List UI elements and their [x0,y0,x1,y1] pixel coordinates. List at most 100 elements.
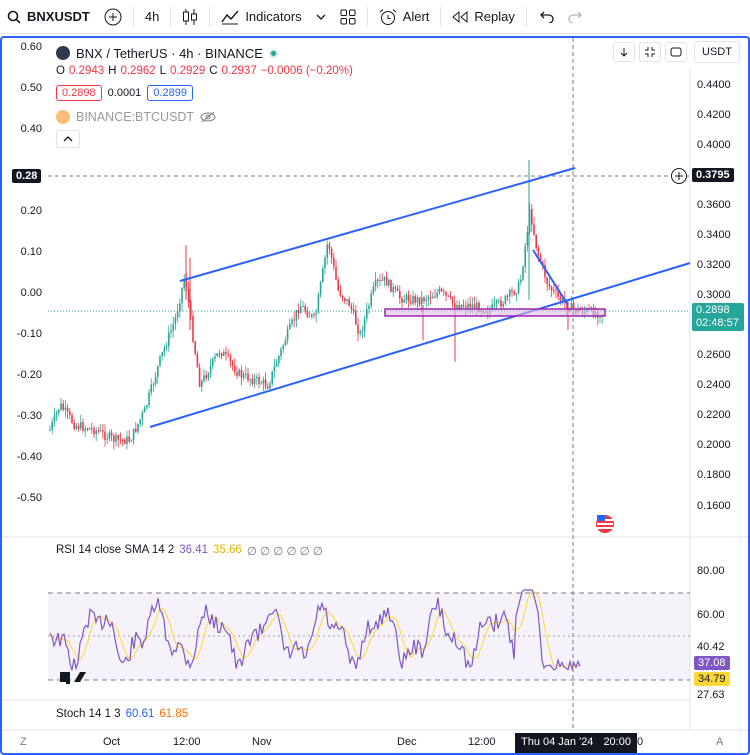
maximize-pane-button[interactable] [639,42,661,62]
left-scale-tick: 0.00 [20,287,42,299]
rsi-label: RSI 14 close SMA 14 2 [56,544,175,556]
divider [440,6,442,27]
right-scale-tick: 0.3600 [697,199,731,211]
sell-price-button[interactable]: 0.2898 [56,85,102,101]
time-tick: Nov [252,736,272,748]
time-tick: Dec [397,736,417,748]
left-scale-tick: -0.10 [16,328,42,340]
rsi-scale-tick: 27.63 [697,689,725,701]
move-down-button[interactable] [613,42,635,62]
chart-type-button[interactable] [175,0,205,34]
buy-price-button[interactable]: 0.2899 [147,85,193,101]
rsi-na-values: ∅ ∅ ∅ ∅ ∅ ∅ [246,546,323,558]
compare-symbol-label: BINANCE:BTCUSDT [76,110,195,124]
countdown-timer: 02:48:57 [696,317,739,329]
ohlc-values: O 0.2943 H 0.2962 L 0.2929 C 0.2937 −0.0006 … [56,65,353,77]
plus-icon [675,172,683,180]
interval-button[interactable]: 4h [138,0,166,34]
divider [366,6,368,27]
left-scale-tick: 0.50 [20,82,42,94]
right-scale-tick: 0.1800 [697,469,731,481]
plus-circle-icon [104,8,122,25]
right-price-scale[interactable]: 0.4400 0.4200 0.4000 0.3600 0.3400 0.320… [697,0,747,537]
left-price-scale[interactable]: 0.60 0.50 0.40 0.20 0.10 0.00 -0.10 -0.2… [0,0,42,537]
left-scale-tick: -0.50 [16,492,42,504]
right-scale-tick: 0.3400 [697,229,731,241]
time-tick: 12:00 [173,736,201,748]
high-value: 0.2962 [120,65,156,77]
crosshair-price-tag: 0.3795 [692,168,734,182]
open-value: 0.2943 [68,65,105,77]
interval-label: 4h [144,9,160,24]
alert-label: Alert [402,9,430,24]
close-value: 0.2937 [221,65,257,77]
rsi-scale-tick: 80.00 [697,565,725,577]
left-scale-tick: -0.20 [16,369,42,381]
left-scale-tick: 0.60 [20,41,42,53]
rsi-legend[interactable]: RSI 14 close SMA 14 2 36.41 35.66 ∅ ∅ ∅ … [56,544,323,558]
divider [170,6,172,27]
compare-button[interactable] [97,0,129,34]
low-value: 0.2929 [170,65,206,77]
rsi-scale-tick: 40.42 [697,641,725,653]
right-scale-tick: 0.2200 [697,409,731,421]
candles-icon [183,8,198,25]
window-icon [670,47,682,57]
rsi-sma-value: 35.66 [213,544,242,556]
right-scale-tick: 0.3000 [697,289,731,301]
pane-controls [613,42,687,62]
market-open-status-icon [268,48,278,58]
rsi-sma-tag: 34.79 [694,672,730,686]
indicators-button[interactable]: Indicators [214,0,308,34]
spread-value: 0.0001 [107,87,142,99]
zoom-left-button[interactable]: Z [20,736,27,748]
eye-hidden-icon[interactable] [200,111,216,123]
time-tick: 12:00 [468,736,496,748]
right-scale-tick: 0.4000 [697,139,731,151]
undo-icon [539,11,554,23]
undo-button[interactable] [531,0,561,34]
collapse-legend-button[interactable] [56,130,80,148]
last-price-value: 0.2898 [696,304,730,316]
auto-scale-button[interactable]: A [716,736,723,748]
stoch-k-value: 60.61 [125,708,155,720]
left-scale-tick: -0.40 [16,451,42,463]
grid-icon [340,9,356,24]
bnx-logo-icon [56,46,70,60]
right-scale-tick: 0.1600 [697,500,731,512]
right-scale-tick: 0.4400 [697,79,731,91]
stoch-legend[interactable]: Stoch 14 1 3 60.61 61.85 [56,708,188,720]
rsi-value: 36.41 [179,544,209,556]
time-tick: 0 [637,736,644,748]
top-toolbar: BNXUSDT 4h Indicators Alert Replay [0,0,750,34]
time-tick: Oct [103,736,121,748]
redo-icon [568,11,582,23]
add-alert-plus-button[interactable] [671,168,687,184]
change-value: −0.0006 (−0.20%) [260,65,353,77]
arrow-down-icon [620,48,628,57]
indicators-icon [221,10,239,24]
left-crosshair-tag: 0.28 [12,169,42,183]
divider [525,6,527,27]
crosshair-hour: 20:00 [603,736,631,748]
divider [209,6,211,27]
redo-button[interactable] [561,0,591,34]
indicators-dropdown[interactable] [309,0,333,34]
crosshair-time-tag: Thu 04 Jan '24 20:00 [515,733,637,753]
right-scale-tick: 0.3200 [697,259,731,271]
chart-title: BNX / TetherUS · 4h · BINANCE [76,45,263,61]
replay-button[interactable]: Replay [445,0,521,34]
chart-legend: BNX / TetherUS · 4h · BINANCE O 0.2943 H0… [56,44,353,148]
restore-pane-button[interactable] [665,42,687,62]
stoch-d-value: 61.85 [159,708,189,720]
chevron-down-icon [316,14,326,20]
replay-label: Replay [474,9,515,24]
alert-button[interactable]: Alert [372,0,437,34]
alarm-clock-icon [379,8,397,25]
right-scale-tick: 0.2000 [697,439,731,451]
time-axis[interactable]: Z Oct 12:00 Nov Dec 12:00 0 Thu 04 Jan '… [0,733,750,753]
stoch-label: Stoch 14 1 3 [56,708,121,720]
layouts-button[interactable] [333,0,363,34]
indicators-label: Indicators [245,9,302,24]
crosshair-date: Thu 04 Jan '24 [521,736,594,748]
